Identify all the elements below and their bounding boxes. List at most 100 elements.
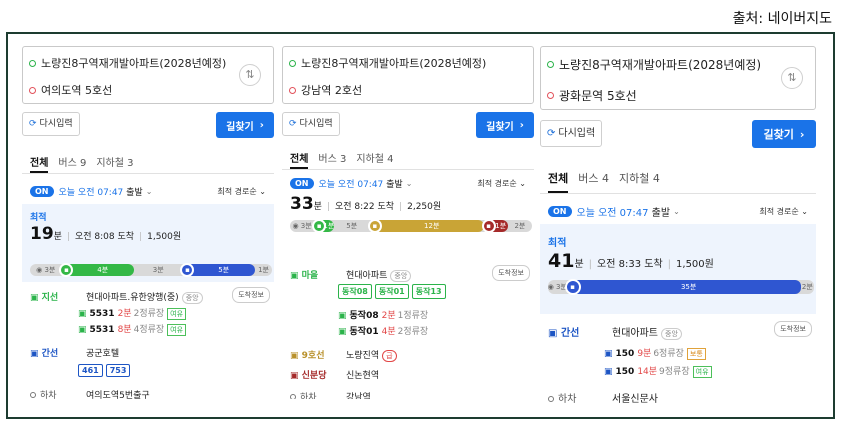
arrival-info-button[interactable]: 도착정보 [232, 287, 270, 303]
leg-stop[interactable]: 노량진역 급 [346, 348, 397, 362]
tab-all[interactable]: 전체 [30, 148, 49, 173]
bus-icon: ▣ [30, 293, 39, 303]
refresh-icon: ⟳ [547, 128, 556, 139]
bus-icon: ▣ [338, 327, 347, 337]
chevron-down-icon[interactable]: ⌄ [406, 179, 413, 188]
bus-option[interactable]: ▣ 150 14분 9정류장 여유 [604, 364, 712, 378]
chevron-down-icon[interactable]: ⌄ [146, 187, 153, 196]
bus-option[interactable]: ▣ 동작08 2분 1정류장 [338, 308, 428, 321]
sort-dropdown[interactable]: 최적 경로순 ⌄ [217, 186, 266, 197]
route-summary-card[interactable]: 최적 41 분 | 오전 8:33 도착 | 1,500원 ◉ 3분 35분 ▪ 2분 [540, 224, 816, 314]
timeline-segment-blue: 5분 ▪ [180, 263, 256, 277]
search-route-button[interactable]: 길찾기 › [752, 120, 816, 148]
leg-type: ▣ 간선 [30, 349, 59, 359]
leg-stop[interactable]: 공군호텔 [86, 346, 119, 359]
chevron-right-icon: › [519, 119, 524, 131]
bus-icon: ▣ [30, 349, 39, 359]
bus-icon: ▣ [78, 309, 87, 319]
bus-icon: ▣ [548, 328, 558, 339]
leg-type: 하차 [290, 390, 346, 399]
depart-time[interactable]: 오늘 오전 07:47 [577, 204, 649, 219]
tab-all[interactable]: 전체 [290, 144, 309, 169]
route-summary: 19 분 | 오전 8:08 도착 | 1,500원 [30, 224, 182, 244]
route-input-box: 노량진8구역재개발아파트(2028년예정) 광화문역 5호선 ⇅ [540, 46, 816, 110]
crowd-badge: 여유 [167, 324, 187, 336]
timeline-segment-gold: 12분 ▪ [367, 219, 484, 233]
leg-stop[interactable]: 여의도역5번출구 [86, 388, 150, 399]
sort-dropdown[interactable]: 최적 경로순 ⌄ [759, 206, 808, 217]
stop-tag: 중앙 [390, 270, 412, 282]
destination-dot-icon [29, 86, 36, 94]
transit-icon: ▪ [564, 279, 581, 295]
arrival-info-button[interactable]: 도착정보 [774, 321, 812, 337]
origin-field[interactable]: 노량진8구역재개발아파트(2028년예정) [29, 55, 226, 71]
timeline-segment-maroon: 1분 ▪ [481, 219, 508, 233]
origin-field[interactable]: 노량진8구역재개발아파트(2028년예정) [547, 56, 761, 73]
bus-chip[interactable]: 753 [105, 364, 131, 377]
bus-option[interactable]: ▣ 5531 2분 2정류장 여유 [78, 306, 187, 320]
swap-icon[interactable]: ⇅ [239, 64, 261, 86]
reset-button[interactable]: ⟳ 다시입력 [22, 112, 80, 136]
leg-stop[interactable]: 강남역 [346, 390, 371, 399]
chevron-down-icon[interactable]: ⌄ [673, 207, 680, 216]
bus-chip[interactable]: 동작13 [411, 284, 446, 299]
destination-field[interactable]: 여의도역 5호선 [29, 82, 112, 98]
bus-icon: ▣ [78, 325, 87, 335]
leg-stop[interactable]: 서울신문사 [612, 390, 658, 405]
timeline-bar: ◉ 3분 35분 ▪ 2분 [547, 279, 814, 295]
route-input-box: 노량진8구역재개발아파트(2028년예정) 여의도역 5호선 ⇅ [22, 46, 274, 104]
depart-on-toggle[interactable]: ON [290, 177, 314, 189]
route-summary-card[interactable]: 최적 19 분 | 오전 8:08 도착 | 1,500원 ◉ 3분 4분 ▪ 3분 5분 ▪ 1… [22, 204, 274, 282]
bus-icon: ▣ [604, 349, 613, 359]
destination-field[interactable]: 광화문역 5호선 [547, 87, 637, 104]
fare: 2,250원 [407, 202, 442, 212]
route-summary-card[interactable]: 33 분 | 오전 8:22 도착 | 2,250원 ◉ 3분 1분 ▪ 5분 12분 ▪ 1분 ▪… [282, 194, 534, 262]
swap-icon[interactable]: ⇅ [781, 67, 803, 89]
depart-on-toggle[interactable]: ON [30, 185, 54, 197]
leg-stop[interactable]: 신논현역 [346, 368, 379, 381]
subway-icon: ▣ [290, 371, 299, 381]
tab-bus[interactable]: 버스 9 [58, 148, 86, 173]
duration: 19 [30, 224, 54, 244]
bus-chip[interactable]: 동작01 [374, 284, 409, 299]
tab-subway[interactable]: 지하철 4 [356, 144, 393, 169]
alight-dot-icon [548, 396, 554, 402]
mode-tabs: 전체 버스 3 지하철 4 [282, 144, 534, 170]
bus-option[interactable]: ▣ 동작01 4분 2정류장 [338, 324, 428, 337]
arrival-info-button[interactable]: 도착정보 [492, 265, 530, 281]
route-panel-gangnam: 노량진8구역재개발아파트(2028년예정) 강남역 2호선 ⟳ 다시입력 길찾기 ›… [282, 46, 534, 399]
leg-stop[interactable]: 현대아파트 중앙 [346, 268, 412, 282]
route-summary: 33 분 | 오전 8:22 도착 | 2,250원 [290, 194, 442, 214]
sort-dropdown[interactable]: 최적 경로순 ⌄ [477, 178, 526, 189]
bus-option[interactable]: ▣ 150 9분 6정류장 보통 [604, 346, 706, 360]
leg-stop[interactable]: 현대아파트.유한양행(중) 중앙 [86, 290, 203, 304]
transit-icon: ▪ [367, 219, 382, 233]
bus-chip[interactable]: 461 [78, 364, 103, 377]
depart-on-toggle[interactable]: ON [548, 205, 572, 217]
timeline-segment-walk: 3분 [152, 266, 164, 274]
tab-subway[interactable]: 지하철 4 [619, 164, 660, 193]
timeline-segment-walk: ◉ 3분 [547, 283, 567, 291]
origin-field[interactable]: 노량진8구역재개발아파트(2028년예정) [289, 55, 486, 71]
reset-button[interactable]: ⟳ 다시입력 [540, 120, 603, 147]
alight-dot-icon [290, 394, 296, 399]
bus-option[interactable]: ▣ 5531 8분 4정류장 여유 [78, 322, 187, 336]
search-route-button[interactable]: 길찾기 › [476, 112, 534, 138]
fare: 1,500원 [147, 232, 182, 242]
tab-bus[interactable]: 버스 4 [578, 164, 609, 193]
tab-all[interactable]: 전체 [548, 164, 569, 193]
timeline-segment-walk: 2분 [514, 222, 526, 230]
timeline-segment-green: 4분 ▪ [59, 263, 135, 277]
destination-field[interactable]: 강남역 2호선 [289, 82, 362, 98]
tab-bus[interactable]: 버스 3 [318, 144, 346, 169]
origin-dot-icon [289, 59, 296, 67]
bus-chip[interactable]: 동작08 [338, 284, 372, 299]
depart-time[interactable]: 오늘 오전 07:47 [59, 185, 124, 198]
alight-dot-icon [30, 392, 36, 398]
leg-stop[interactable]: 현대아파트 중앙 [612, 324, 682, 340]
arrival-time: 오전 8:22 도착 [335, 202, 395, 212]
tab-subway[interactable]: 지하철 3 [96, 148, 133, 173]
depart-time[interactable]: 오늘 오전 07:47 [319, 177, 384, 190]
search-route-button[interactable]: 길찾기 › [216, 112, 274, 138]
reset-button[interactable]: ⟳ 다시입력 [282, 112, 340, 136]
